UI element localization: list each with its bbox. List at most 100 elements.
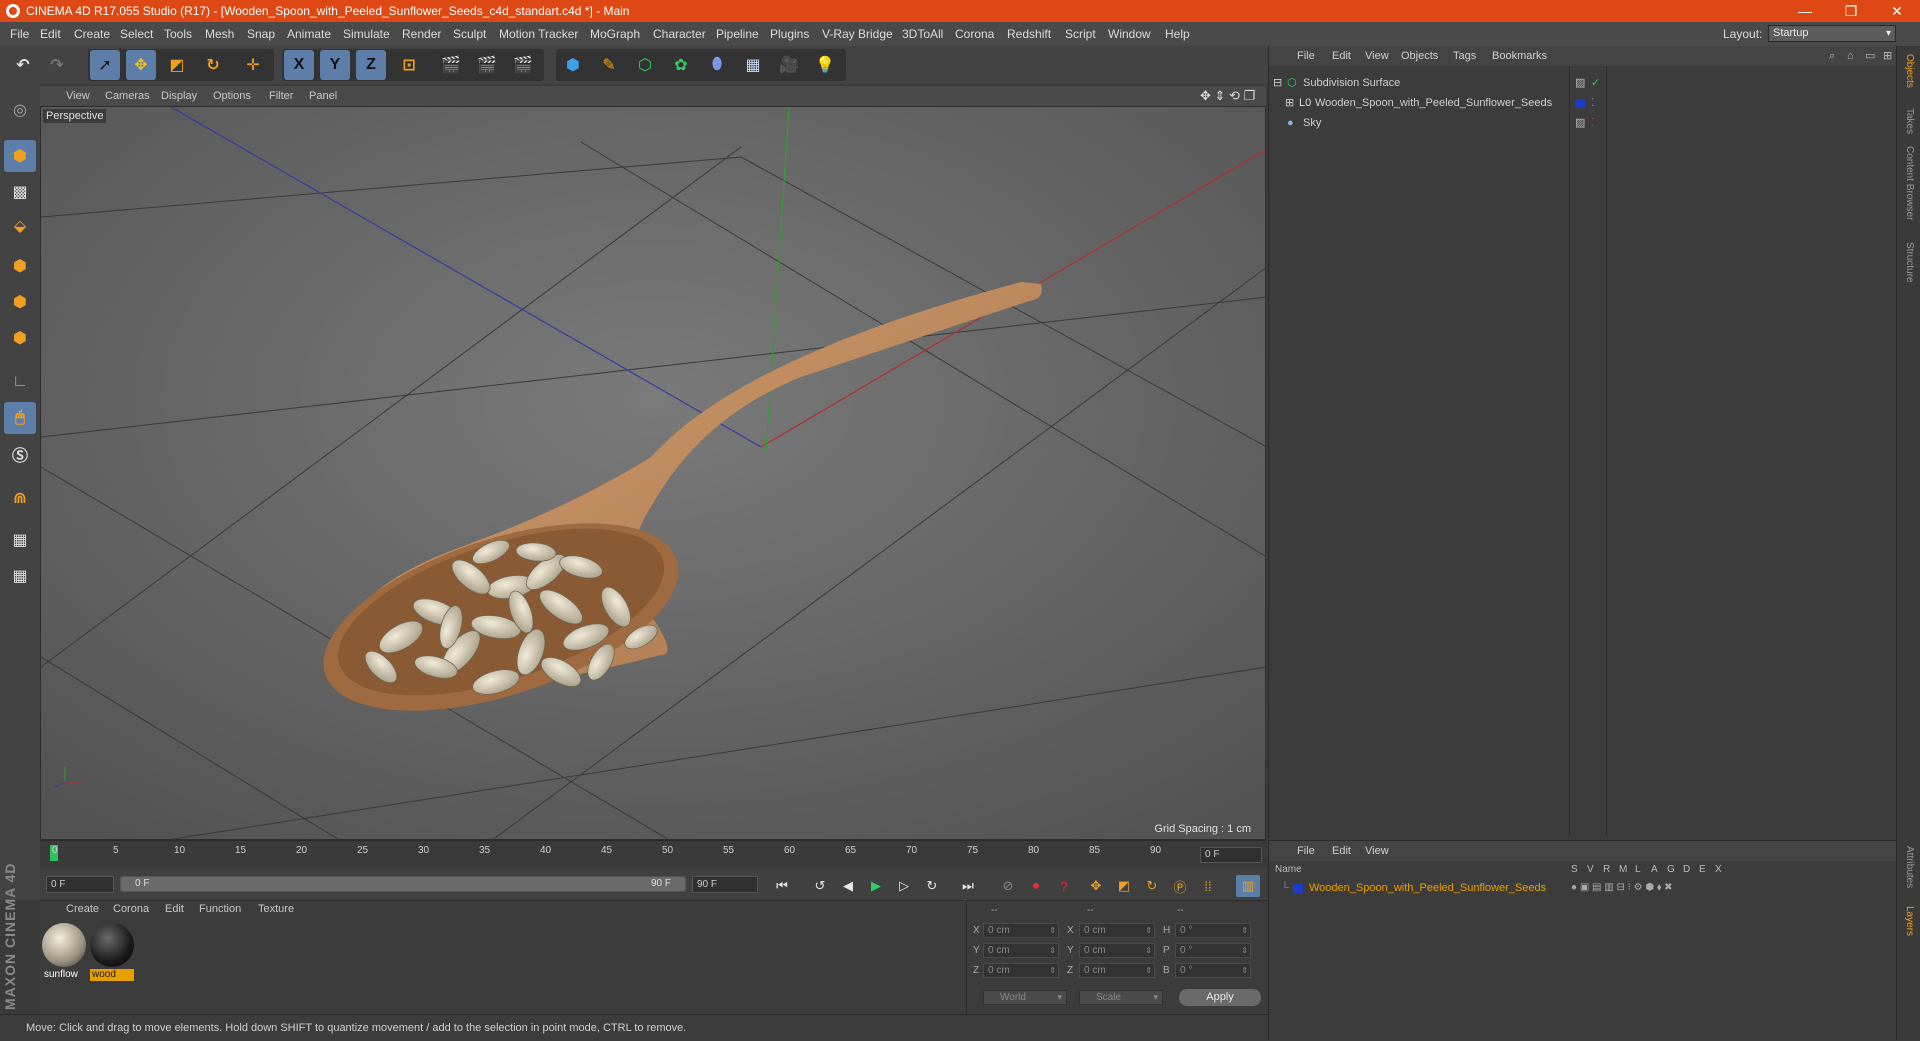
go-to-end-icon[interactable]: ⏭ (956, 875, 980, 897)
menu-animate[interactable]: Animate (287, 22, 331, 46)
expand-toggle[interactable]: ⊞ (1285, 94, 1294, 112)
object-menu-edit[interactable]: Edit (1332, 46, 1351, 66)
minimize-button[interactable]: — (1782, 0, 1828, 22)
layer-tag-icon[interactable]: ▨ (1575, 114, 1585, 132)
menu-edit[interactable]: Edit (40, 22, 61, 46)
material-menu-edit[interactable]: Edit (165, 903, 184, 915)
spline-pen-icon[interactable]: ✎ (594, 50, 624, 80)
layout-dropdown[interactable]: Startup (1768, 25, 1896, 42)
coord-size-x-field[interactable]: 0 cm (1079, 923, 1155, 938)
layer-flags-icons[interactable]: ● ▣ ▤ ▥ ⊟ ⁝ ⚙ ⬢ ⬧ ✖ (1571, 879, 1673, 897)
coord-rot-h-field[interactable]: 0 ° (1175, 923, 1251, 938)
object-row-wooden-spoon[interactable]: ⊞ L0 Wooden_Spoon_with_Peeled_Sunflower_… (1273, 94, 1893, 112)
menu-file[interactable]: File (10, 22, 29, 46)
search-icon[interactable]: ⌕ (1829, 46, 1835, 66)
rotate-tool-icon[interactable]: ↻ (198, 50, 228, 80)
coord-pos-x-field[interactable]: 0 cm (983, 923, 1059, 938)
material-sunflow[interactable]: sunflow (42, 923, 86, 981)
viewport-menu-view[interactable]: View (66, 86, 90, 106)
close-button[interactable]: ✕ (1874, 0, 1920, 22)
menu-redshift[interactable]: Redshift (1007, 22, 1051, 46)
menu-create[interactable]: Create (74, 22, 110, 46)
coord-rot-p-field[interactable]: 0 ° (1175, 943, 1251, 958)
snap-icon[interactable]: Ⓢ (4, 438, 36, 470)
autokey-icon[interactable]: ⏺ (1024, 875, 1048, 897)
viewport-menu-filter[interactable]: Filter (269, 86, 293, 106)
tab-content-browser[interactable]: Content Browser (1904, 146, 1915, 220)
viewport-nav-icons[interactable]: ✥ ⇕ ⟲ ❐ (1200, 86, 1255, 106)
perspective-viewport[interactable]: Perspective Grid Spacing : 1 cm (40, 106, 1266, 840)
layer-tag-icon[interactable]: ▨ (1575, 74, 1585, 92)
previous-key-icon[interactable]: ↺ (808, 875, 832, 897)
tab-structure[interactable]: Structure (1904, 242, 1915, 283)
menu-help[interactable]: Help (1165, 22, 1190, 46)
material-menu-texture[interactable]: Texture (258, 903, 294, 915)
viewport-menu-display[interactable]: Display (161, 86, 197, 106)
object-menu-view[interactable]: View (1365, 46, 1389, 66)
layer-menu-view[interactable]: View (1365, 841, 1389, 861)
menu-character[interactable]: Character (653, 22, 706, 46)
menu-tools[interactable]: Tools (164, 22, 192, 46)
material-wood[interactable]: wood (90, 923, 134, 981)
object-menu-objects[interactable]: Objects (1401, 46, 1438, 66)
layer-menu-edit[interactable]: Edit (1332, 841, 1351, 861)
tab-objects[interactable]: Objects (1904, 54, 1915, 88)
camera-icon[interactable]: 🎥 (774, 50, 804, 80)
render-picture-viewer-icon[interactable]: 🎬 (472, 50, 502, 80)
mograph-cloner-icon[interactable]: ✿ (666, 50, 696, 80)
menu-pipeline[interactable]: Pipeline (716, 22, 759, 46)
go-to-start-icon[interactable]: ⏮ (770, 875, 794, 897)
viewport-menu-options[interactable]: Options (213, 86, 251, 106)
tab-attributes[interactable]: Attributes (1904, 846, 1915, 888)
enabled-check-icon[interactable]: ✓ (1591, 74, 1600, 92)
menu-sculpt[interactable]: Sculpt (453, 22, 486, 46)
material-menu-function[interactable]: Function (199, 903, 241, 915)
cube-object-icon[interactable]: ⬢ (558, 50, 588, 80)
key-position-icon[interactable]: ✥ (1084, 875, 1108, 897)
magnet-icon[interactable]: ⋒ (4, 482, 36, 514)
object-menu-file[interactable]: File (1297, 46, 1315, 66)
z-axis-lock-icon[interactable]: Z (356, 50, 386, 80)
tab-layers[interactable]: Layers (1904, 906, 1915, 936)
menu-window[interactable]: Window (1108, 22, 1151, 46)
coord-pos-z-field[interactable]: 0 cm (983, 963, 1059, 978)
live-selection-icon[interactable]: ➚ (90, 50, 120, 80)
menu-vray-bridge[interactable]: V-Ray Bridge (822, 22, 893, 46)
workplane-mode-icon[interactable]: ⬙ (4, 210, 36, 242)
menu-render[interactable]: Render (402, 22, 441, 46)
previous-frame-icon[interactable]: ◀ (836, 875, 860, 897)
next-frame-icon[interactable]: ▷ (892, 875, 916, 897)
material-menu-create[interactable]: Create (66, 903, 99, 915)
object-menu-tags[interactable]: Tags (1453, 46, 1476, 66)
next-key-icon[interactable]: ↻ (920, 875, 944, 897)
keyframe-selection-icon[interactable]: ? (1052, 875, 1076, 897)
coord-pos-y-field[interactable]: 0 cm (983, 943, 1059, 958)
menu-corona[interactable]: Corona (955, 22, 994, 46)
object-menu-bookmarks[interactable]: Bookmarks (1492, 46, 1547, 66)
viewport-menu-panel[interactable]: Panel (309, 86, 337, 106)
polygons-mode-icon[interactable]: ⬢ (4, 322, 36, 354)
frame-range-thumb[interactable] (121, 877, 685, 891)
apply-button[interactable]: Apply (1179, 989, 1261, 1006)
move-tool-icon[interactable]: ✥ (126, 50, 156, 80)
coord-size-z-field[interactable]: 0 cm (1079, 963, 1155, 978)
current-frame-field[interactable]: 0 F (1200, 847, 1262, 863)
coordinate-system-icon[interactable]: ⊡ (394, 50, 424, 80)
visibility-dots-icon[interactable]: ⁚ (1591, 94, 1595, 112)
floor-environment-icon[interactable]: ▦ (738, 50, 768, 80)
end-frame-field[interactable]: 90 F (692, 876, 758, 893)
key-scale-icon[interactable]: ◩ (1112, 875, 1136, 897)
points-mode-icon[interactable]: ⬢ (4, 250, 36, 282)
x-axis-lock-icon[interactable]: X (284, 50, 314, 80)
menu-plugins[interactable]: Plugins (770, 22, 809, 46)
subdivision-surface-icon[interactable]: ⬡ (630, 50, 660, 80)
coord-size-y-field[interactable]: 0 cm (1079, 943, 1155, 958)
menu-3dtoall[interactable]: 3DToAll (902, 22, 943, 46)
menu-select[interactable]: Select (120, 22, 153, 46)
record-keys-icon[interactable]: ⊘ (996, 875, 1020, 897)
model-mode-icon[interactable]: ⬢ (4, 140, 36, 172)
axis-mode-icon[interactable]: ∟ (4, 366, 36, 398)
undo-icon[interactable]: ↶ (8, 50, 38, 80)
tweak-mode-icon[interactable]: 🖱 (4, 402, 36, 434)
layer-row[interactable]: └ Wooden_Spoon_with_Peeled_Sunflower_See… (1273, 879, 1893, 897)
